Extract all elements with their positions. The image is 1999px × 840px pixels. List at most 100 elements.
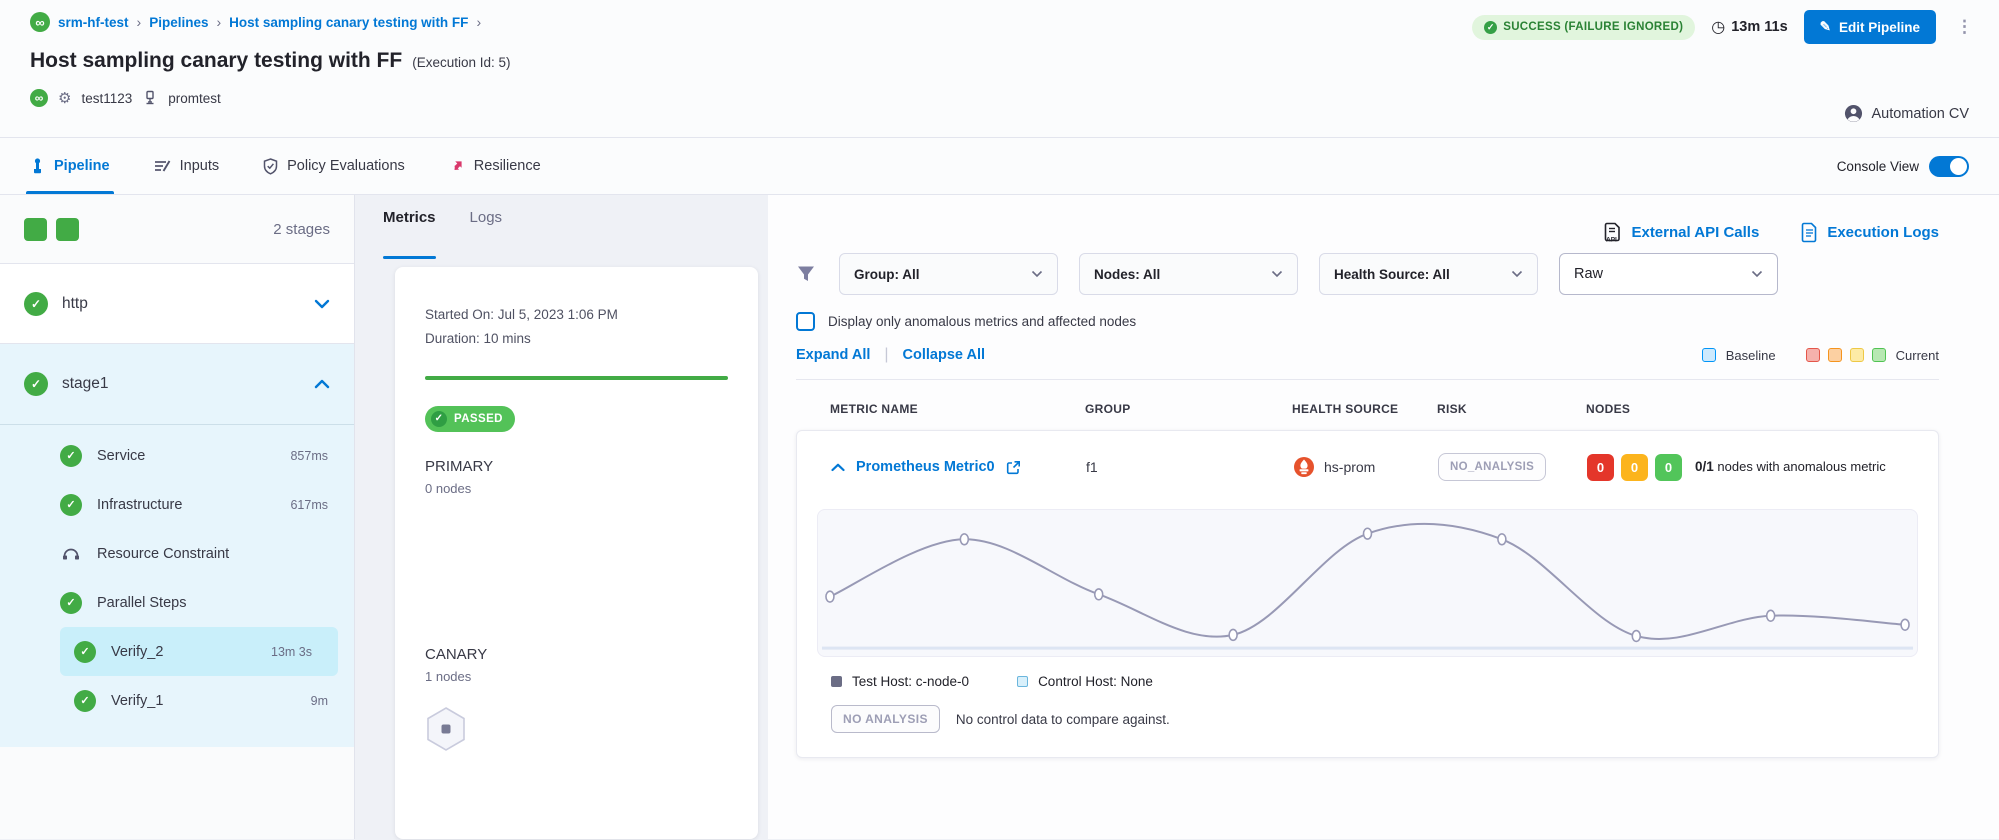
group-filter-dropdown[interactable]: Group: All bbox=[839, 253, 1058, 295]
anomalous-count-badge: 0 bbox=[1587, 454, 1614, 481]
sidebar-stage-http[interactable]: ✓ http bbox=[0, 264, 354, 344]
success-check-icon: ✓ bbox=[60, 494, 82, 516]
nodes-filter-dropdown[interactable]: Nodes: All bbox=[1079, 253, 1298, 295]
passed-badge: ✓ PASSED bbox=[425, 406, 515, 432]
control-host-legend: Control Host: None bbox=[1017, 674, 1153, 689]
sidebar-step-verify-2[interactable]: ✓ Verify_2 13m 3s bbox=[60, 627, 338, 676]
metric-name-link[interactable]: Prometheus Metric0 bbox=[831, 459, 1086, 475]
tab-logs[interactable]: Logs bbox=[470, 209, 503, 259]
sidebar-step-infrastructure[interactable]: ✓ Infrastructure 617ms bbox=[0, 480, 354, 529]
expand-all-link[interactable]: Expand All bbox=[796, 347, 870, 363]
stage-summary: 2 stages bbox=[0, 195, 354, 264]
primary-label: PRIMARY bbox=[425, 458, 728, 475]
chevron-down-icon bbox=[1271, 270, 1283, 278]
nodes-summary: 0/1 nodes with anomalous metric bbox=[1695, 457, 1900, 477]
anomalous-only-label: Display only anomalous metrics and affec… bbox=[828, 314, 1136, 329]
chevron-down-icon bbox=[1751, 270, 1763, 278]
success-check-icon: ✓ bbox=[74, 690, 96, 712]
metrics-console-panel: API External API Calls Execution Logs Gr… bbox=[768, 195, 1999, 839]
metric-card: Prometheus Metric0 f1 hs-prom NO_ANALYSI… bbox=[796, 430, 1939, 758]
breadcrumb-separator: › bbox=[137, 14, 142, 30]
sidebar-step-service[interactable]: ✓ Service 857ms bbox=[0, 431, 354, 480]
page-title: Host sampling canary testing with FF bbox=[30, 49, 402, 73]
stage-count: 2 stages bbox=[273, 221, 330, 238]
pipeline-duration: ◷ 13m 11s bbox=[1711, 17, 1787, 37]
user-avatar-icon bbox=[1844, 104, 1863, 123]
resource-constraint-icon bbox=[61, 545, 81, 563]
execution-logs-link[interactable]: Execution Logs bbox=[1801, 211, 1939, 253]
environment-name: promtest bbox=[168, 91, 221, 106]
more-options-icon[interactable]: ⋮ bbox=[1952, 17, 1977, 37]
chevron-up-icon[interactable] bbox=[831, 463, 845, 472]
analysis-result-row: NO ANALYSIS No control data to compare a… bbox=[797, 689, 1938, 733]
metric-group: f1 bbox=[1086, 459, 1293, 475]
prometheus-icon bbox=[1293, 456, 1315, 478]
success-check-icon: ✓ bbox=[24, 372, 48, 396]
verification-summary-card: Started On: Jul 5, 2023 1:06 PM Duration… bbox=[395, 267, 758, 839]
control-host-swatch-icon bbox=[1017, 676, 1028, 687]
clock-icon: ◷ bbox=[1711, 17, 1725, 37]
primary-node-count: 0 nodes bbox=[425, 481, 728, 496]
breadcrumb-project[interactable]: srm-hf-test bbox=[58, 15, 129, 30]
gear-icon: ⚙ bbox=[58, 89, 71, 107]
data-type-dropdown[interactable]: Raw bbox=[1559, 253, 1778, 295]
execution-stages-sidebar: 2 stages ✓ http ✓ stage1 ✓ Service 857ms… bbox=[0, 195, 355, 839]
canary-node-count: 1 nodes bbox=[425, 669, 728, 684]
anomalous-only-checkbox[interactable] bbox=[796, 312, 815, 331]
tab-pipeline[interactable]: Pipeline bbox=[30, 138, 110, 194]
current-yellow-swatch-icon bbox=[1850, 348, 1864, 362]
current-green-swatch-icon bbox=[1872, 348, 1886, 362]
console-view-label: Console View bbox=[1837, 159, 1919, 174]
canary-node-hexagon-icon[interactable] bbox=[425, 706, 467, 752]
health-source-filter-dropdown[interactable]: Health Source: All bbox=[1319, 253, 1538, 295]
warning-count-badge: 0 bbox=[1621, 454, 1648, 481]
tab-resilience[interactable]: Resilience bbox=[449, 138, 541, 194]
sidebar-filler bbox=[0, 747, 354, 839]
host-legend: Test Host: c-node-0 Control Host: None bbox=[797, 657, 1938, 689]
breadcrumb-separator: › bbox=[216, 14, 221, 30]
current-orange-swatch-icon bbox=[1828, 348, 1842, 362]
success-check-icon: ✓ bbox=[24, 292, 48, 316]
sidebar-step-verify-1[interactable]: ✓ Verify_1 9m bbox=[0, 676, 354, 725]
nodes-cell: 0 0 0 0/1 nodes with anomalous metric bbox=[1587, 454, 1918, 481]
chevron-down-icon[interactable] bbox=[314, 299, 330, 309]
external-api-calls-link[interactable]: API External API Calls bbox=[1603, 211, 1759, 253]
chevron-down-icon bbox=[1031, 270, 1043, 278]
console-view-toggle[interactable] bbox=[1929, 156, 1969, 177]
divider: | bbox=[884, 346, 888, 364]
tab-policy-evaluations[interactable]: Policy Evaluations bbox=[263, 138, 405, 194]
external-link-icon[interactable] bbox=[1006, 460, 1021, 475]
collapse-all-link[interactable]: Collapse All bbox=[903, 347, 985, 363]
breadcrumb-pipeline-name[interactable]: Host sampling canary testing with FF bbox=[229, 15, 468, 30]
main-tabbar: Pipeline Inputs Policy Evaluations Resil… bbox=[0, 138, 1999, 195]
service-name: test1123 bbox=[81, 91, 132, 106]
analysis-note: No control data to compare against. bbox=[956, 712, 1170, 727]
success-check-icon: ✓ bbox=[60, 592, 82, 614]
verify-details-panel: Metrics Logs Started On: Jul 5, 2023 1:0… bbox=[355, 195, 768, 839]
test-host-swatch-icon bbox=[831, 676, 842, 687]
divider bbox=[0, 424, 354, 425]
triggered-by-user: Automation CV bbox=[1844, 104, 1969, 123]
no-analysis-badge: NO ANALYSIS bbox=[831, 705, 940, 733]
filter-funnel-icon[interactable] bbox=[796, 264, 816, 284]
check-icon: ✓ bbox=[1484, 21, 1497, 34]
breadcrumb-pipelines[interactable]: Pipelines bbox=[149, 15, 208, 30]
status-badge: ✓ SUCCESS (FAILURE IGNORED) bbox=[1472, 15, 1695, 40]
page-header: ∞ srm-hf-test › Pipelines › Host samplin… bbox=[0, 0, 1999, 138]
tab-metrics[interactable]: Metrics bbox=[383, 209, 436, 259]
sidebar-step-resource-constraint[interactable]: Resource Constraint bbox=[0, 529, 354, 578]
healthy-count-badge: 0 bbox=[1655, 454, 1682, 481]
execution-id: (Execution Id: 5) bbox=[412, 55, 510, 70]
pencil-icon: ✎ bbox=[1820, 19, 1831, 35]
service-status-icon: ∞ bbox=[30, 89, 48, 107]
chart-color-legend: Baseline Current bbox=[1702, 348, 1939, 363]
sidebar-stage-stage1[interactable]: ✓ stage1 bbox=[0, 344, 354, 424]
metric-timeseries-chart[interactable] bbox=[817, 509, 1918, 657]
chevron-up-icon[interactable] bbox=[314, 379, 330, 389]
tab-inputs[interactable]: Inputs bbox=[154, 138, 220, 194]
edit-pipeline-button[interactable]: ✎ Edit Pipeline bbox=[1804, 10, 1936, 44]
sidebar-step-parallel-steps[interactable]: ✓ Parallel Steps bbox=[0, 578, 354, 627]
breadcrumb-separator: › bbox=[476, 14, 481, 30]
canary-label: CANARY bbox=[425, 646, 728, 663]
chevron-down-icon bbox=[1511, 270, 1523, 278]
